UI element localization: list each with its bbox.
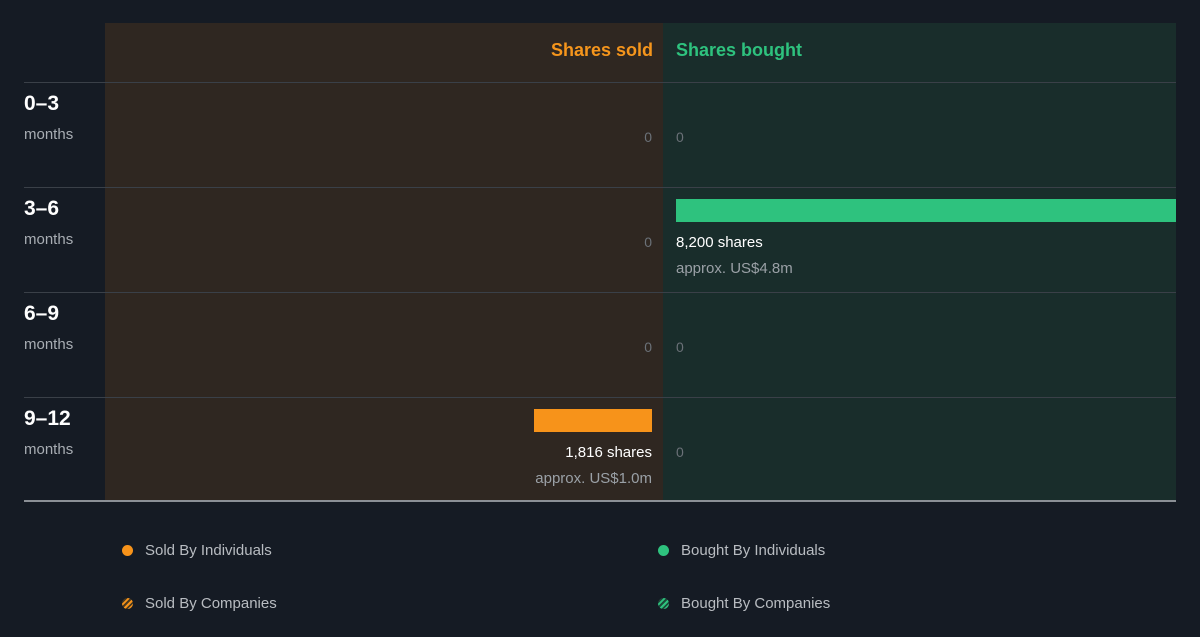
bought-bar <box>676 199 1176 222</box>
orange-striped-dot-icon <box>122 598 133 609</box>
orange-dot-icon <box>122 545 133 556</box>
legend-sold-individuals: Sold By Individuals <box>122 542 272 559</box>
sold-zero-value: 0 <box>644 339 652 355</box>
legend-label: Sold By Companies <box>145 595 277 612</box>
period-unit: months <box>24 441 74 458</box>
row-divider <box>24 82 1176 83</box>
period-label: 9–12 <box>24 407 71 430</box>
sold-approx-value: approx. US$1.0m <box>535 470 652 487</box>
sold-zero-value: 0 <box>644 234 652 250</box>
period-label: 0–3 <box>24 92 60 115</box>
legend-bought-individuals: Bought By Individuals <box>658 542 825 559</box>
bought-shares-label: 8,200 shares <box>676 234 763 251</box>
chart-baseline <box>24 500 1176 502</box>
row-divider <box>24 397 1176 398</box>
green-dot-icon <box>658 545 669 556</box>
period-unit: months <box>24 231 74 248</box>
bought-zero-value: 0 <box>676 339 684 355</box>
legend-bought-companies: Bought By Companies <box>658 595 830 612</box>
sold-shares-label: 1,816 shares <box>565 444 652 461</box>
legend-label: Sold By Individuals <box>145 542 272 559</box>
legend-sold-companies: Sold By Companies <box>122 595 277 612</box>
legend-label: Bought By Individuals <box>681 542 826 559</box>
period-label: 3–6 <box>24 197 60 220</box>
shares-sold-header: Shares sold <box>550 40 653 60</box>
shares-bought-header: Shares bought <box>676 40 803 60</box>
row-divider <box>24 292 1176 293</box>
sold-bar <box>534 409 652 432</box>
period-label: 6–9 <box>24 302 60 325</box>
bought-zero-value: 0 <box>676 129 684 145</box>
row-divider <box>24 187 1176 188</box>
bought-zero-value: 0 <box>676 444 684 460</box>
sold-zero-value: 0 <box>644 129 652 145</box>
legend-label: Bought By Companies <box>681 595 831 612</box>
period-unit: months <box>24 336 74 353</box>
green-striped-dot-icon <box>658 598 669 609</box>
period-unit: months <box>24 126 74 143</box>
bought-approx-value: approx. US$4.8m <box>676 260 793 277</box>
